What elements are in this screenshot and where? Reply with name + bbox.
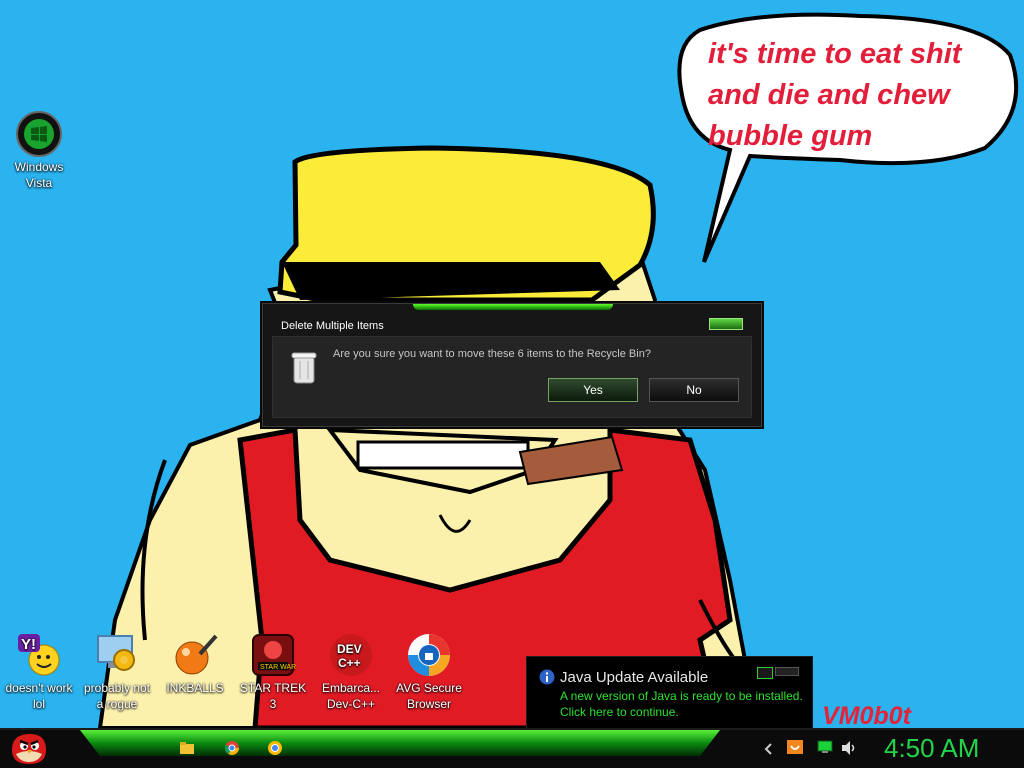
- close-button[interactable]: [709, 318, 743, 330]
- icon-label: 3: [269, 697, 277, 711]
- icon-label: Windows: [14, 160, 64, 174]
- dialog-glow: [413, 304, 613, 310]
- svg-text:Y!: Y!: [21, 636, 36, 653]
- speech-line: and die and chew: [708, 79, 950, 111]
- dialog-body: Are you sure you want to move these 6 it…: [272, 336, 752, 418]
- chrome-alt-icon[interactable]: [267, 740, 283, 756]
- star-wars-game-icon: STAR WARS: [252, 634, 296, 676]
- icon-label: INKBALLS: [166, 681, 224, 695]
- dev-cpp-icon: DEV C++: [330, 634, 372, 676]
- no-button[interactable]: No: [649, 378, 739, 402]
- yahoo-messenger-icon: Y!: [18, 634, 60, 676]
- watermark: VM0b0t: [822, 702, 911, 730]
- notification-link[interactable]: Click here to continue.: [560, 705, 679, 719]
- speech-bubble-text: it's time to eat shit and die and chew b…: [708, 34, 998, 157]
- icon-label: AVG Secure: [396, 681, 462, 695]
- icon-label: a rogue: [96, 697, 138, 711]
- icon-label: Dev-C++: [326, 697, 376, 711]
- info-icon: [539, 669, 555, 685]
- desktop-icon-windows-vista[interactable]: Windows Vista: [0, 111, 79, 191]
- notification-close-button[interactable]: [775, 667, 799, 676]
- start-button[interactable]: [8, 730, 48, 766]
- taskbar-bevel: [0, 728, 1024, 768]
- svg-text:C++: C++: [338, 656, 361, 670]
- file-explorer-icon[interactable]: [179, 740, 195, 756]
- windows-vista-icon: [16, 111, 62, 157]
- desktop-icon-star-trek-3[interactable]: STAR WARS STAR TREK 3: [233, 632, 313, 712]
- dialog-message: Are you sure you want to move these 6 it…: [333, 348, 651, 360]
- avg-browser-icon: [408, 634, 450, 676]
- desktop-icon-embarcadero-dev-cpp[interactable]: DEV C++ Embarca... Dev-C++: [311, 632, 391, 712]
- notification-text: A new version of Java is ready to be ins…: [560, 689, 803, 703]
- icon-label: probably not: [83, 681, 151, 695]
- svg-text:DEV: DEV: [337, 642, 362, 656]
- icon-label: STAR TREK: [239, 681, 307, 695]
- icon-label: lol: [32, 697, 45, 711]
- desktop-icon-avg-secure-browser[interactable]: AVG Secure Browser: [389, 632, 469, 712]
- delete-confirmation-dialog: Delete Multiple Items Are you sure you w…: [262, 303, 762, 427]
- desktop-icon-inkballs[interactable]: INKBALLS: [155, 632, 235, 696]
- recycle-bin-icon: [291, 352, 317, 384]
- volume-icon[interactable]: [840, 740, 858, 756]
- icon-label: Vista: [25, 176, 53, 190]
- java-update-notification[interactable]: Java Update Available A new version of J…: [526, 656, 813, 730]
- chrome-icon[interactable]: [224, 740, 240, 756]
- java-tray-icon[interactable]: [786, 738, 804, 756]
- notification-title: Java Update Available: [560, 669, 709, 686]
- speech-line: bubble gum: [708, 120, 873, 152]
- icon-label: Embarca...: [321, 681, 381, 695]
- show-hidden-icons-chevron-icon[interactable]: [762, 742, 776, 756]
- icon-label: Browser: [406, 697, 451, 711]
- taskbar: [0, 728, 1024, 768]
- desktop-icon-doesnt-work-lol[interactable]: Y! doesn't work lol: [0, 632, 79, 712]
- speech-line: it's time to eat shit: [708, 38, 962, 70]
- svg-text:STAR WARS: STAR WARS: [260, 664, 296, 671]
- yes-button[interactable]: Yes: [548, 378, 638, 402]
- dialog-title: Delete Multiple Items: [281, 320, 384, 332]
- taskbar-clock[interactable]: 4:50 AM: [884, 733, 979, 764]
- network-icon[interactable]: [817, 740, 833, 754]
- notification-options-icon[interactable]: [757, 667, 773, 679]
- icon-label: doesn't work: [5, 681, 73, 695]
- inkball-icon: [175, 634, 218, 675]
- desktop-icon-probably-not-a-rogue[interactable]: probably not a rogue: [77, 632, 157, 712]
- settings-monitor-icon: [97, 635, 135, 671]
